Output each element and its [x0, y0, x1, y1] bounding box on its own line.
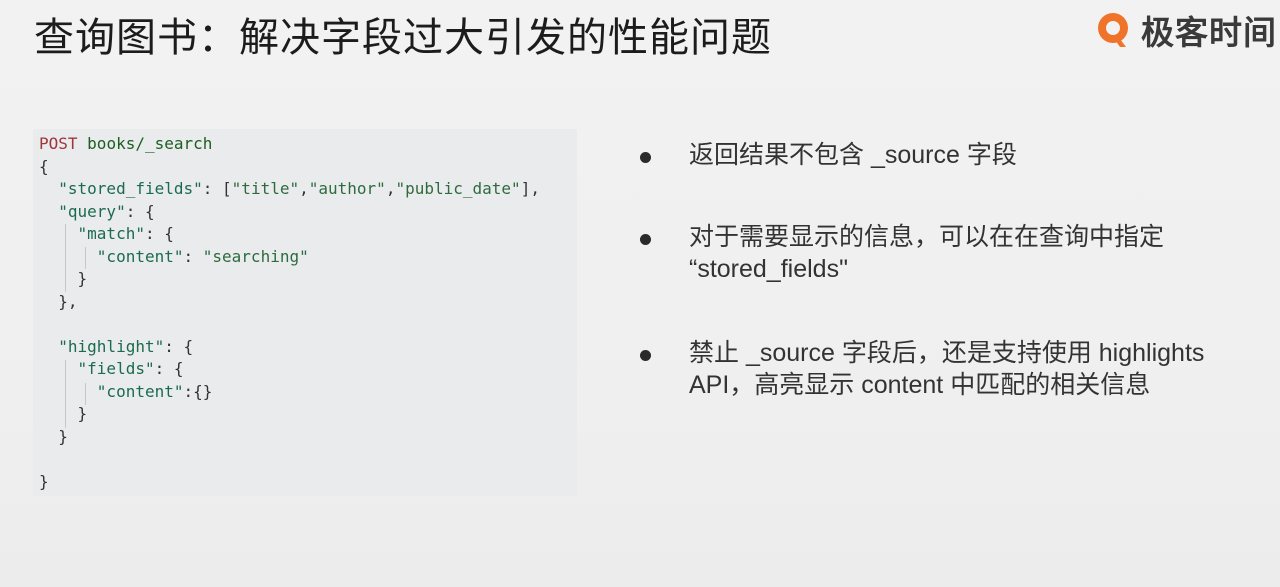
bullet-text: API，高亮显示 content 中匹配的相关信息: [689, 371, 1151, 399]
geektime-logo-icon: [1098, 13, 1128, 47]
bullet-text: 返回结果不包含 _source 字段: [689, 141, 1017, 169]
code-line: {: [39, 156, 49, 176]
code-text: POST books/_search { "stored_fields": ["…: [39, 133, 540, 493]
bullet-dot-icon: [640, 350, 651, 361]
code-line: },: [39, 291, 78, 311]
http-method: POST: [39, 134, 78, 153]
brand-logo: 极客时间: [1093, 6, 1277, 54]
code-line: }: [39, 426, 68, 446]
bullet-dot-icon: [640, 234, 651, 245]
code-line: }: [39, 471, 49, 491]
code-line: "highlight": {: [58, 336, 194, 356]
request-path: books/_search: [87, 134, 213, 153]
brand-name: 极客时间: [1141, 13, 1277, 52]
code-line: }: [39, 404, 88, 423]
bullet-text: “stored_fields": [689, 255, 848, 283]
code-line: "stored_fields": ["title","author","publ…: [58, 179, 540, 198]
code-line: "content": "searching": [96, 246, 309, 266]
code-line: "match": {: [77, 224, 174, 243]
code-line: "content":{}: [96, 381, 213, 401]
code-block: POST books/_search { "stored_fields": ["…: [33, 129, 577, 496]
bullet-text: 禁止 _source 字段后，还是支持使用 highlights: [689, 339, 1205, 367]
code-line: "query": {: [58, 201, 155, 221]
code-line: "fields": {: [77, 359, 184, 378]
bullet-dot-icon: [640, 152, 651, 163]
code-line: }: [39, 269, 88, 288]
page-title: 查询图书：解决字段过大引发的性能问题: [34, 15, 772, 61]
bullet-text: 对于需要显示的信息，可以在在查询中指定: [689, 223, 1165, 251]
